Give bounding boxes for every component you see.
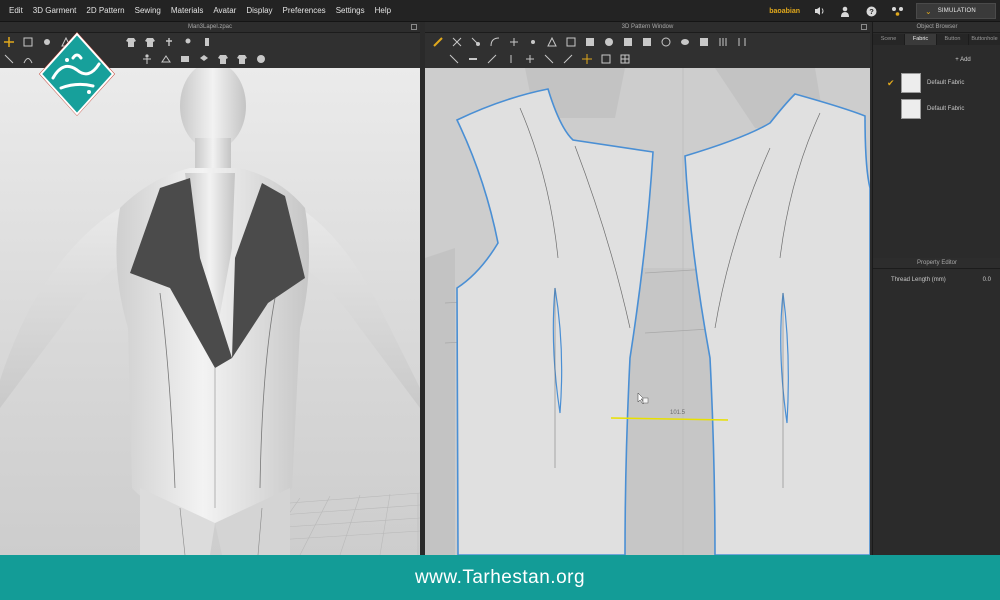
object-browser-tabs: Scene Fabric Button Buttonhole [873,34,1000,45]
palette-icon[interactable] [256,54,266,64]
tshirt-icon[interactable] [237,54,247,64]
layer-icon[interactable] [199,54,209,64]
menu-bar: Edit 3D Garment 2D Pattern Sewing Materi… [0,0,1000,22]
simulation-button[interactable]: ⌄ SIMULATION [916,3,996,19]
fabric-swatch [901,99,921,119]
edit-pattern-icon[interactable] [452,37,462,47]
add-point-icon[interactable] [528,37,538,47]
measure-label: 101.5 [670,410,686,416]
shirt-icon[interactable] [145,37,155,47]
tab-button[interactable]: Button [937,34,969,45]
fabric-name: Default Fabric [927,106,965,112]
arrange-icon[interactable] [4,54,14,64]
menu-avatar[interactable]: Avatar [208,0,241,22]
header-right: baoabian ? ⌄ SIMULATION [769,0,1000,22]
object-browser-title: Object Browser [873,22,1000,33]
viewport-3d[interactable] [0,68,420,555]
cloth-icon[interactable] [218,54,228,64]
fabric-name: Default Fabric [927,80,965,86]
user-name[interactable]: baoabian [769,8,800,15]
right-panel: Object Browser Scene Fabric Button Butto… [872,22,1000,555]
speaker-icon[interactable] [812,4,826,18]
fold-line-icon[interactable] [487,54,497,64]
website-link[interactable]: www.Tarhestan.org [415,567,585,589]
menu-display[interactable]: Display [241,0,277,22]
toolbar-2d-row1 [425,33,870,50]
internal-rect-icon[interactable] [623,37,633,47]
menu-sewing[interactable]: Sewing [130,0,166,22]
segment-sew-icon[interactable] [718,37,728,47]
undock-icon[interactable] [861,24,867,30]
garment-icon[interactable] [126,37,136,47]
chevron-down-icon: ⌄ [925,6,932,16]
grid-icon[interactable] [620,54,630,64]
check-icon: ✔ [887,77,895,88]
fabric-swatch [901,73,921,93]
menu-preferences[interactable]: Preferences [278,0,331,22]
notch-icon[interactable] [506,54,516,64]
rectangle-filled-icon[interactable] [585,37,595,47]
transform-icon[interactable] [509,37,519,47]
hanger-icon[interactable] [161,54,171,64]
internal-circle-icon[interactable] [661,37,671,47]
property-value[interactable]: 0.0 [983,274,991,286]
texture-icon[interactable] [601,54,611,64]
pin-icon[interactable] [164,37,174,47]
tack-icon[interactable] [183,37,193,47]
svg-text:?: ? [869,7,874,16]
footer-banner: www.Tarhestan.org [0,555,1000,600]
edit-point-icon[interactable] [471,37,481,47]
dart-icon[interactable] [642,37,652,47]
curve-icon[interactable] [23,54,33,64]
select-mesh-icon[interactable] [23,37,33,47]
rectangle-icon[interactable] [566,37,576,47]
pattern-pieces[interactable] [425,68,870,555]
sewing-icon[interactable] [699,37,709,47]
fabric-item[interactable]: Default Fabric [873,97,1000,121]
avatar-pose-icon[interactable] [142,54,152,64]
tarhestan-logo [33,30,121,120]
add-fabric-button[interactable]: + Add [945,55,981,65]
tab-buttonhole[interactable]: Buttonhole [969,34,1000,45]
panel-2d-title: 3D Pattern Window [425,22,870,33]
polygon-icon[interactable] [547,36,557,47]
toolbar-2d-row2 [425,50,870,68]
select-move-icon[interactable] [4,36,14,47]
grain-icon[interactable] [525,54,535,64]
measure-icon[interactable] [202,37,212,47]
main-menu: Edit 3D Garment 2D Pattern Sewing Materi… [0,0,396,22]
sewing-pair-icon[interactable] [544,54,554,64]
free-sew-icon[interactable] [737,37,747,47]
fit-icon[interactable] [180,54,190,64]
property-editor-title: Property Editor [873,258,1000,269]
property-row[interactable]: Thread Length (mm) 0.0 [873,274,1000,286]
tape-icon[interactable] [468,54,478,64]
property-label: Thread Length (mm) [891,277,946,283]
avatar-garment-render[interactable] [0,68,420,555]
circle-icon[interactable] [604,37,614,47]
menu-3d-garment[interactable]: 3D Garment [28,0,82,22]
menu-settings[interactable]: Settings [331,0,370,22]
trace-icon[interactable] [449,54,459,64]
menu-edit[interactable]: Edit [4,0,28,22]
network-icon[interactable] [890,4,904,18]
fabric-item[interactable]: ✔ Default Fabric [873,71,1000,95]
tab-scene[interactable]: Scene [873,34,905,45]
menu-help[interactable]: Help [370,0,396,22]
select-pattern-icon[interactable] [433,36,443,47]
ellipse-icon[interactable] [680,37,690,47]
undock-icon[interactable] [411,24,417,30]
sparkle-icon[interactable] [582,54,592,64]
help-icon[interactable]: ? [864,4,878,18]
edit-sewing-icon[interactable] [563,54,573,64]
menu-2d-pattern[interactable]: 2D Pattern [81,0,129,22]
person-icon[interactable] [838,4,852,18]
tab-fabric[interactable]: Fabric [905,34,937,45]
curve-point-icon[interactable] [490,37,500,47]
menu-materials[interactable]: Materials [166,0,208,22]
viewport-2d-pattern[interactable]: 101.5 [425,68,870,555]
